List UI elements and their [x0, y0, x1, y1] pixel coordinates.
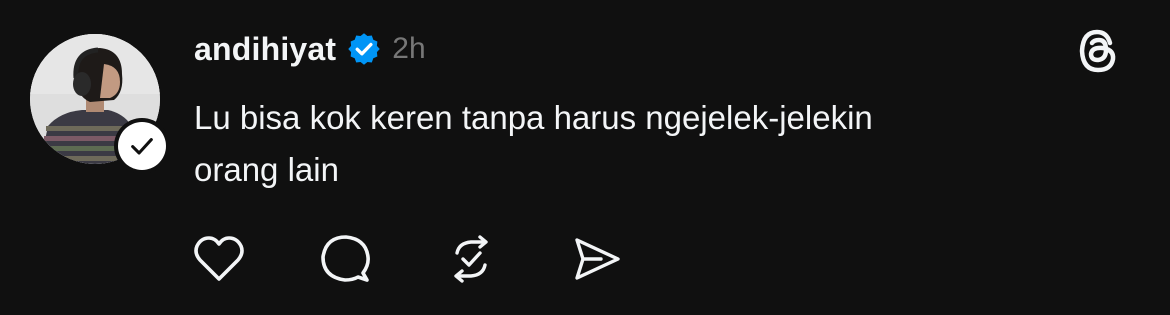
username[interactable]: andihiyat: [194, 31, 336, 68]
post-timestamp: 2h: [392, 32, 426, 65]
like-button[interactable]: [192, 232, 246, 286]
post-actions: [192, 232, 624, 286]
share-icon: [575, 238, 620, 280]
follow-badge-inner: [118, 122, 166, 170]
share-button[interactable]: [570, 232, 624, 286]
threads-logo-icon[interactable]: [1075, 26, 1121, 76]
comment-button[interactable]: [318, 232, 372, 286]
repost-button[interactable]: [444, 232, 498, 286]
post-header: andihiyat 2h: [194, 26, 426, 72]
verified-badge-icon: [346, 31, 382, 67]
avatar-container[interactable]: [30, 34, 170, 174]
repost-icon: [454, 235, 488, 283]
comment-icon: [321, 235, 370, 282]
check-icon: [131, 138, 153, 155]
follow-badge[interactable]: [114, 118, 170, 174]
thread-post: andihiyat 2h Lu bisa kok keren tanpa har…: [0, 0, 1170, 315]
post-text: Lu bisa kok keren tanpa harus ngejelek-j…: [194, 99, 873, 188]
heart-icon: [194, 236, 244, 281]
